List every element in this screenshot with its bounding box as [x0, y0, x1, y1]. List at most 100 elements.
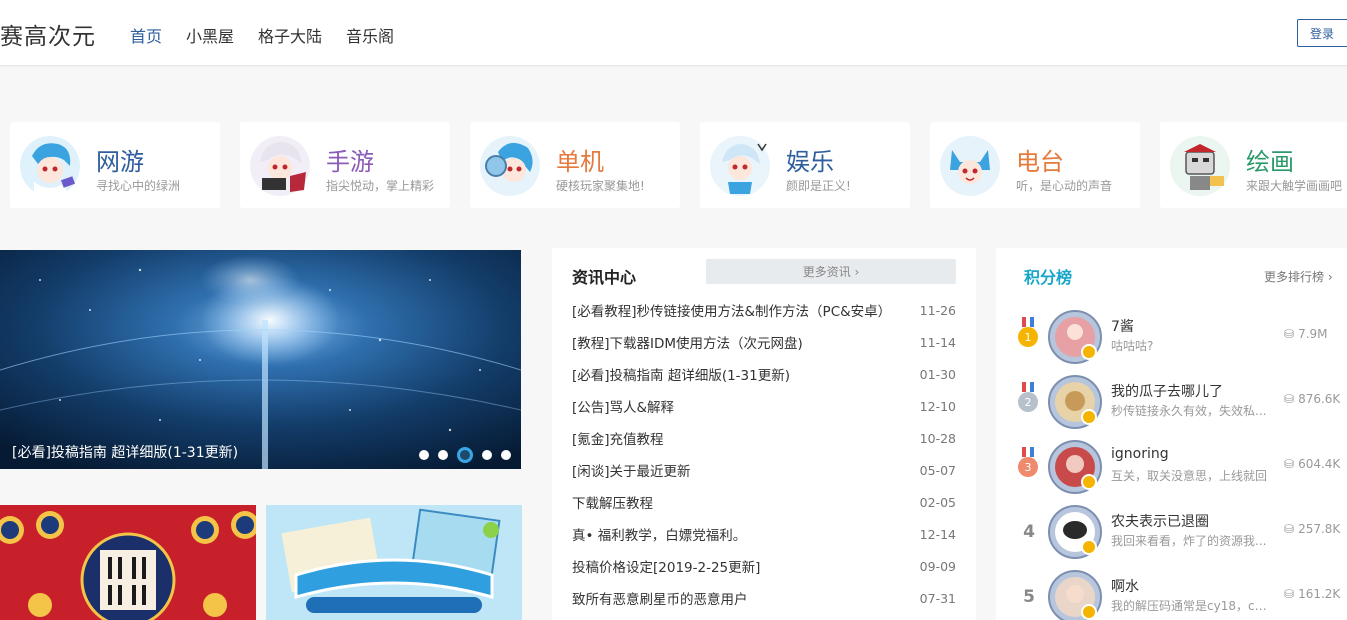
promo-thumbnail-class[interactable]	[266, 505, 522, 620]
header: 赛高次元 首页 小黑屋 格子大陆 音乐阁 登录	[0, 0, 1347, 66]
user-coins: ⛁ 604.4K	[1284, 457, 1340, 471]
news-item[interactable]: 真• 福利教学，白嫖党福利。 12-14	[572, 518, 956, 550]
news-item[interactable]: [教程]下载器IDM使用方法（次元网盘) 11-14	[572, 326, 956, 358]
user-name[interactable]: 7酱	[1111, 316, 1134, 336]
news-item[interactable]: 投稿价格设定[2019-2-25更新] 09-09	[572, 550, 956, 582]
more-news-button[interactable]: 更多资讯 ›	[706, 259, 956, 284]
category-title: 娱乐	[786, 148, 834, 176]
user-name[interactable]: 农夫表示已退圈	[1111, 511, 1209, 531]
site-logo[interactable]: 赛高次元	[0, 17, 96, 51]
user-avatar[interactable]	[1048, 440, 1102, 494]
ranking-title: 积分榜	[1024, 268, 1073, 287]
user-avatar[interactable]	[1048, 310, 1102, 364]
user-avatar[interactable]	[1048, 375, 1102, 429]
ranking-row[interactable]: 4 农夫表示已退圈 我回来看看，炸了的资源我... ⛁ 257.8K	[996, 497, 1347, 562]
coin-value: 604.4K	[1298, 457, 1341, 471]
category-card-radio[interactable]: 电台 听，是心动的声音	[930, 122, 1140, 208]
silver-medal-icon: 2	[1018, 382, 1038, 412]
news-item-title[interactable]: [闲谈]关于最近更新	[572, 460, 691, 480]
promo-image	[266, 505, 522, 620]
user-signature: 我的解压码通常是cy18，cy1...	[1111, 599, 1271, 613]
news-item-title[interactable]: [必看教程]秒传链接使用方法&制作方法（PC&安卓）	[572, 300, 891, 320]
news-item-date: 12-10	[919, 398, 956, 414]
category-card-entertainment[interactable]: 娱乐 颜即是正义!	[700, 122, 910, 208]
news-item-title[interactable]: [教程]下载器IDM使用方法（次元网盘)	[572, 332, 803, 352]
carousel-dot[interactable]	[438, 450, 448, 460]
ranking-row[interactable]: 2 我的瓜子去哪儿了 秒传链接永久有效，失效私... ⛁ 876.6K	[996, 367, 1347, 432]
coin-icon: ⛁	[1284, 587, 1295, 601]
mascot-icon	[480, 136, 540, 196]
carousel-dot[interactable]	[482, 450, 492, 460]
promo-thumbnail-calendar[interactable]	[0, 505, 256, 620]
mascot-icon	[1170, 136, 1230, 196]
nav-music[interactable]: 音乐阁	[346, 23, 394, 47]
carousel-dot[interactable]	[419, 450, 429, 460]
category-desc: 指尖悦动，掌上精彩	[326, 179, 435, 193]
coin-value: 876.6K	[1298, 392, 1341, 406]
promo-image	[0, 505, 256, 620]
category-card-online-games[interactable]: 网游 寻找心中的绿洲	[10, 122, 220, 208]
nav-home[interactable]: 首页	[130, 23, 162, 47]
news-item-date: 11-26	[919, 302, 956, 318]
news-item-title[interactable]: [氪金]充值教程	[572, 428, 664, 448]
news-panel: 资讯中心 更多资讯 › [必看教程]秒传链接使用方法&制作方法（PC&安卓） 11…	[552, 248, 976, 620]
news-list: [必看教程]秒传链接使用方法&制作方法（PC&安卓） 11-26 [教程]下载器I…	[572, 294, 956, 614]
news-item-title[interactable]: [公告]骂人&解释	[572, 396, 674, 416]
carousel-dot[interactable]	[501, 450, 511, 460]
news-item[interactable]: [必看教程]秒传链接使用方法&制作方法（PC&安卓） 11-26	[572, 294, 956, 326]
news-item-title[interactable]: 真• 福利教学，白嫖党福利。	[572, 524, 746, 544]
category-desc: 颜即是正义!	[786, 179, 851, 193]
ranking-row[interactable]: 1 7酱 咕咕咕? ⛁ 7.9M	[996, 302, 1347, 367]
coin-icon: ⛁	[1284, 327, 1295, 341]
news-item-date: 07-31	[919, 590, 956, 606]
user-signature: 咕咕咕?	[1111, 339, 1154, 353]
news-item[interactable]: [氪金]充值教程 10-28	[572, 422, 956, 454]
category-title: 单机	[556, 148, 604, 176]
news-item-date: 01-30	[919, 366, 956, 382]
user-avatar[interactable]	[1048, 570, 1102, 620]
rank-number: 4	[1023, 522, 1035, 542]
news-item[interactable]: [闲谈]关于最近更新 05-07	[572, 454, 956, 486]
mascot-icon	[710, 136, 770, 196]
user-name[interactable]: ignoring	[1111, 446, 1169, 462]
user-name[interactable]: 我的瓜子去哪儿了	[1111, 381, 1223, 401]
ranking-row[interactable]: 3 ignoring 互关，取关没意思，上线就回 ⛁ 604.4K	[996, 432, 1347, 497]
nav-grid-land[interactable]: 格子大陆	[258, 23, 322, 47]
user-name[interactable]: 啊水	[1111, 576, 1139, 596]
more-ranking-link[interactable]: 更多排行榜 ›	[1264, 268, 1333, 285]
medal-rank: 2	[1025, 396, 1032, 409]
news-item[interactable]: 致所有恶意刷星币的恶意用户 07-31	[572, 582, 956, 614]
ranking-row[interactable]: 5 啊水 我的解压码通常是cy18，cy1... ⛁ 161.2K	[996, 562, 1347, 620]
news-item[interactable]: [必看]投稿指南 超详细版(1-31更新) 01-30	[572, 358, 956, 390]
news-item-title[interactable]: 下载解压教程	[572, 492, 653, 512]
news-item-title[interactable]: [必看]投稿指南 超详细版(1-31更新)	[572, 364, 790, 384]
news-item-date: 11-14	[919, 334, 956, 350]
user-coins: ⛁ 257.8K	[1284, 522, 1340, 536]
news-item[interactable]: 下载解压教程 02-05	[572, 486, 956, 518]
login-button[interactable]: 登录	[1297, 19, 1347, 47]
category-card-single-player[interactable]: 单机 硬核玩家聚集地!	[470, 122, 680, 208]
category-desc: 硬核玩家聚集地!	[556, 179, 645, 193]
coin-value: 7.9M	[1298, 327, 1328, 341]
banner-caption[interactable]: [必看]投稿指南 超详细版(1-31更新)	[12, 442, 238, 462]
nav-blackroom[interactable]: 小黑屋	[186, 23, 234, 47]
news-item-title[interactable]: 投稿价格设定[2019-2-25更新]	[572, 556, 760, 576]
user-avatar[interactable]	[1048, 505, 1102, 559]
category-card-mobile-games[interactable]: 手游 指尖悦动，掌上精彩	[240, 122, 450, 208]
category-title: 绘画	[1246, 148, 1294, 176]
medal-rank: 1	[1025, 331, 1032, 344]
news-item[interactable]: [公告]骂人&解释 12-10	[572, 390, 956, 422]
news-item-date: 10-28	[919, 430, 956, 446]
user-signature: 互关，取关没意思，上线就回	[1111, 469, 1268, 483]
news-item-date: 12-14	[919, 526, 956, 542]
category-desc: 来跟大触学画画吧	[1246, 179, 1343, 193]
banner-carousel[interactable]: [必看]投稿指南 超详细版(1-31更新)	[0, 250, 521, 469]
user-coins: ⛁ 7.9M	[1284, 327, 1328, 341]
main-nav: 首页 小黑屋 格子大陆 音乐阁	[130, 23, 394, 47]
coin-value: 161.2K	[1298, 587, 1341, 601]
news-item-title[interactable]: 致所有恶意刷星币的恶意用户	[572, 588, 748, 608]
carousel-dot-active[interactable]	[457, 447, 473, 463]
category-card-drawing[interactable]: 绘画 来跟大触学画画吧	[1160, 122, 1347, 208]
news-item-date: 09-09	[919, 558, 956, 574]
category-desc: 听，是心动的声音	[1016, 179, 1113, 193]
